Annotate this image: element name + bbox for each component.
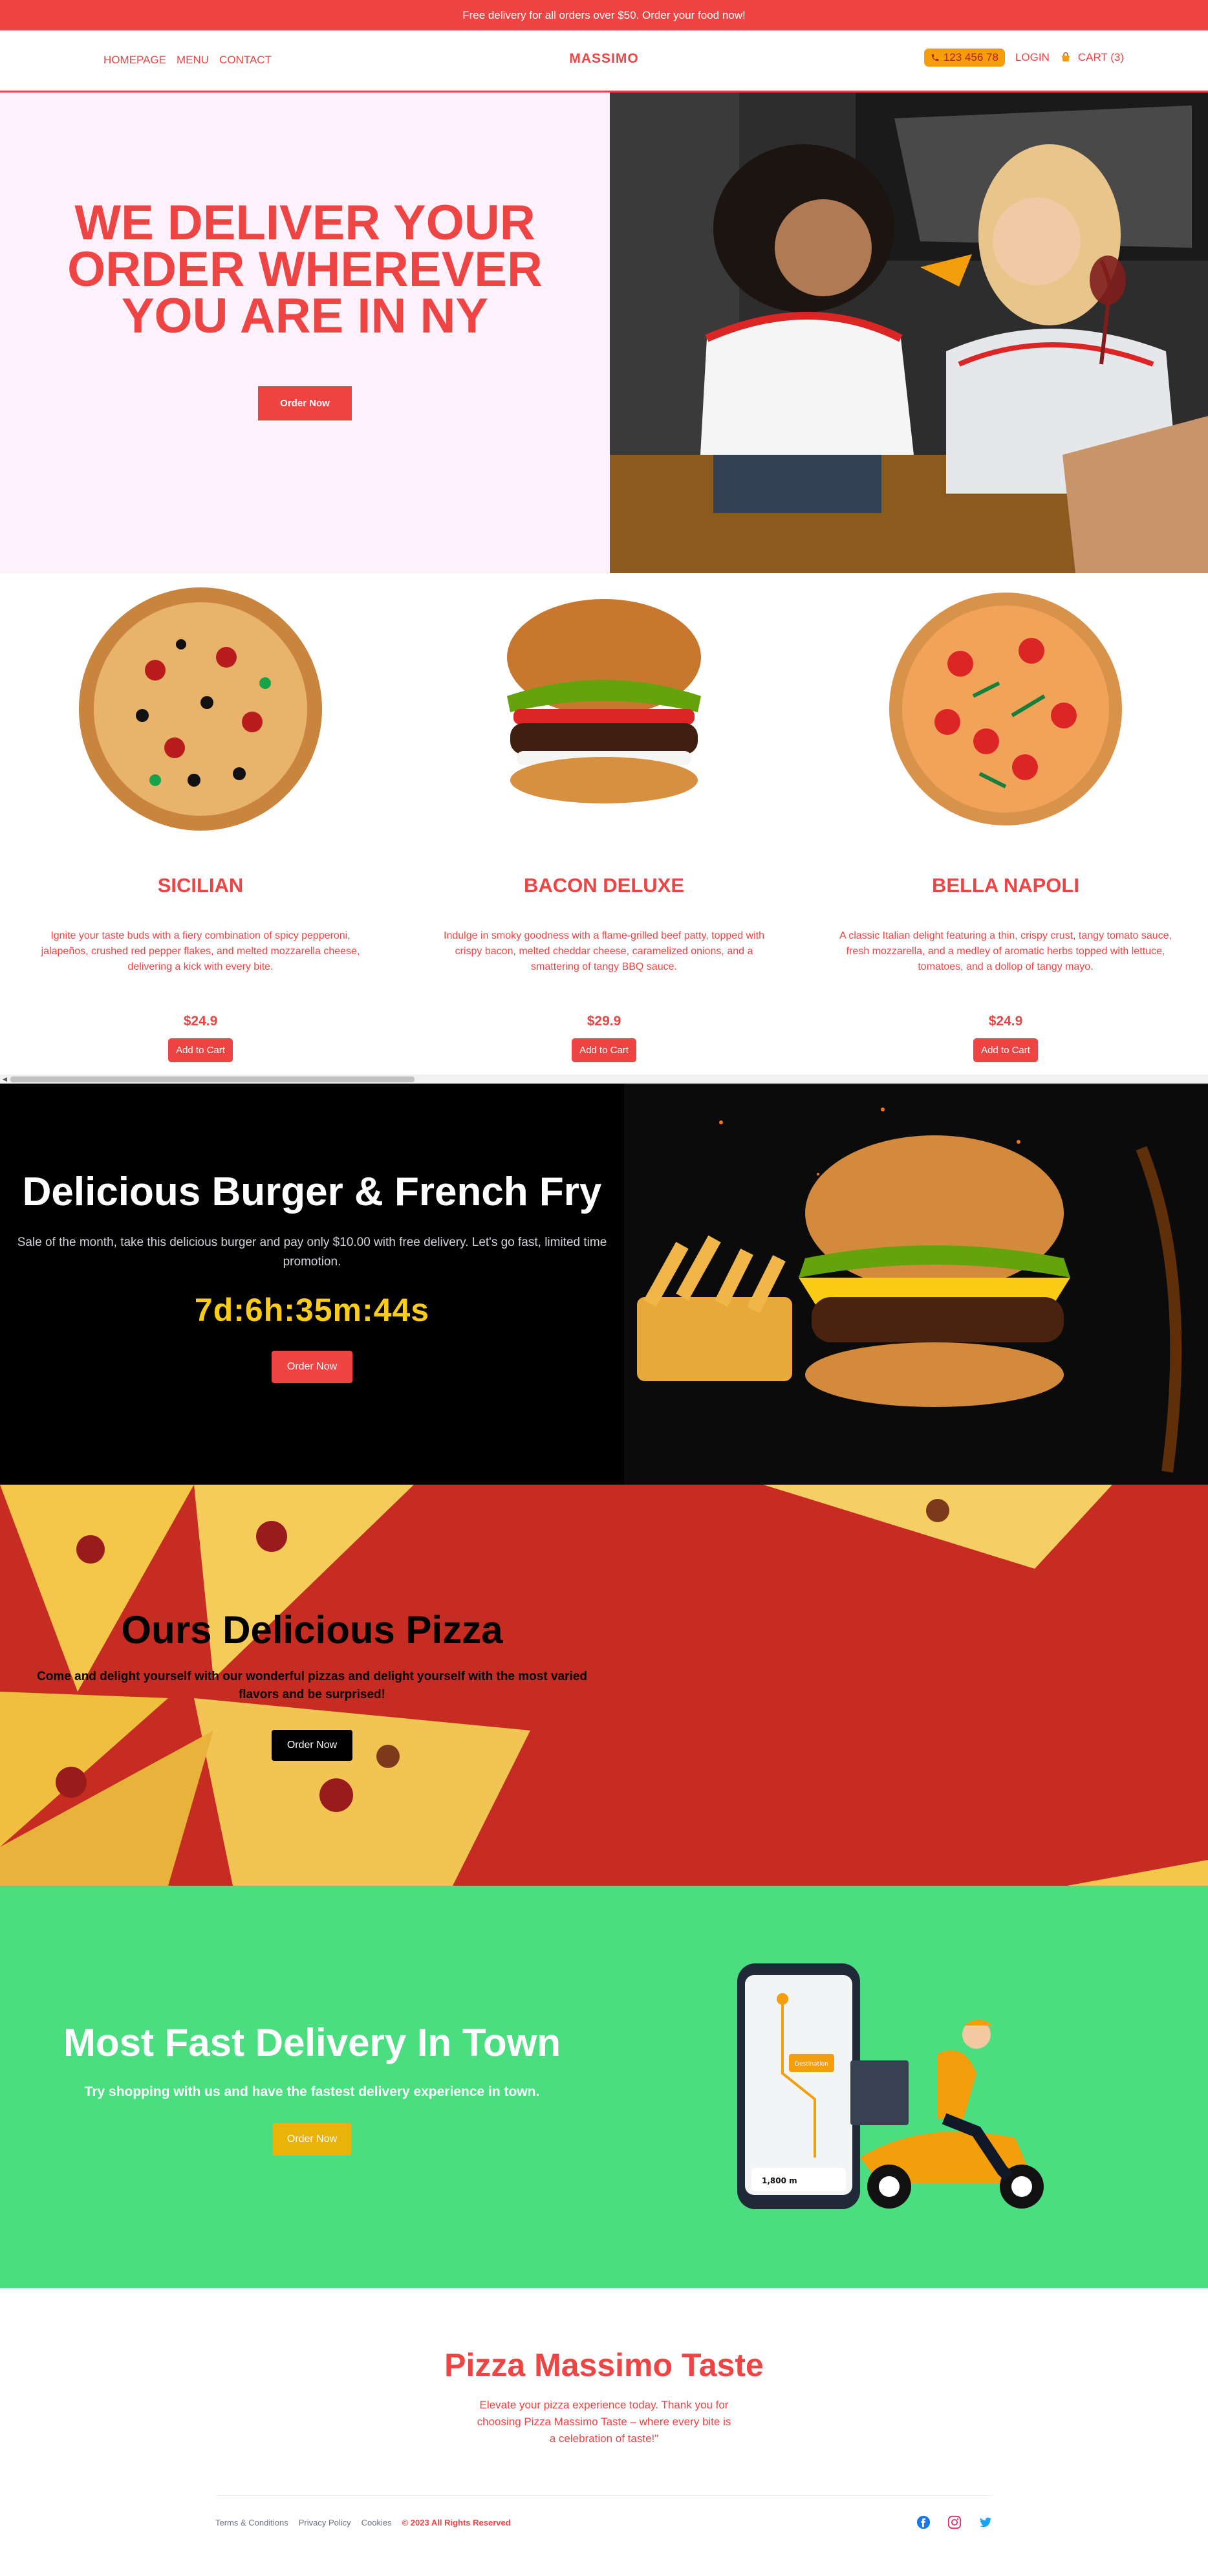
product-description: Indulge in smoky goodness with a flame-g… <box>444 930 764 972</box>
phone-icon <box>931 54 939 61</box>
sicilian-pizza-image <box>79 587 322 831</box>
terms-link[interactable]: Terms & Conditions <box>215 2518 288 2527</box>
delivery-scooter-illustration: Destination 1,800 m <box>737 1963 1044 2209</box>
copyright-text: © 2023 All Rights Reserved <box>402 2517 511 2527</box>
delivery-section: Destination 1,800 m Most Fast Delivery I… <box>0 1886 1208 2288</box>
pizza-banner-text: Come and delight yourself with our wonde… <box>37 1670 587 1701</box>
pizza-banner-title: Ours Delicious Pizza <box>121 1608 503 1652</box>
scroll-left-icon[interactable]: ◀ <box>3 1076 7 1083</box>
pizza-banner-section: Ours Delicious Pizza Come and delight yo… <box>0 1485 1208 1886</box>
add-to-cart-button[interactable]: Add to Cart <box>572 1038 636 1062</box>
product-name: SICILIAN <box>157 874 244 897</box>
horizontal-scrollbar[interactable]: ◀ <box>0 1075 1208 1084</box>
delivery-order-button[interactable]: Order Now <box>272 2123 352 2156</box>
cookies-link[interactable]: Cookies <box>361 2518 392 2527</box>
bella-napoli-pizza-image <box>889 593 1122 825</box>
hero-photo <box>610 93 1208 573</box>
phone-number: 123 456 78 <box>943 51 998 63</box>
product-name: BACON DELUXE <box>523 874 684 897</box>
phone-button[interactable]: 123 456 78 <box>923 49 1005 67</box>
bacon-burger-image <box>507 599 701 803</box>
announcement-bar: Free delivery for all orders over $50. O… <box>0 0 1208 30</box>
pizza-banner-content: Ours Delicious Pizza Come and delight yo… <box>0 1485 624 1761</box>
friends-eating-pizza-image <box>610 93 1208 573</box>
add-to-cart-button[interactable]: Add to Cart <box>168 1038 233 1062</box>
product-card: BELLA NAPOLI A classic Italian delight f… <box>825 573 1187 1062</box>
promo-text: Sale of the month, take this delicious b… <box>17 1236 607 1269</box>
privacy-link[interactable]: Privacy Policy <box>299 2518 351 2527</box>
footer-title: Pizza Massimo Taste <box>444 2347 764 2383</box>
delivery-content: Most Fast Delivery In Town Try shopping … <box>0 1886 624 2156</box>
cart-icon <box>1061 52 1070 61</box>
delivery-title: Most Fast Delivery In Town <box>63 2021 561 2064</box>
pizza-order-button[interactable]: Order Now <box>271 1730 353 1761</box>
header-actions: 123 456 78 LOGIN CART (3) <box>923 49 1124 67</box>
promo-content: Delicious Burger & French Fry Sale of th… <box>0 1084 624 1383</box>
hero-content: WE DELIVER YOUR ORDER WHEREVER YOU ARE I… <box>0 93 610 573</box>
footer-links: Terms & Conditions Privacy Policy Cookie… <box>215 2518 511 2527</box>
delivery-text: Try shopping with us and have the fastes… <box>84 2084 540 2099</box>
product-description: Ignite your taste buds with a fiery comb… <box>41 930 360 972</box>
burger-and-fries-image <box>624 1084 1208 1485</box>
product-description: A classic Italian delight featuring a th… <box>839 930 1172 972</box>
footer-text: Elevate your pizza experience today. Tha… <box>477 2399 731 2445</box>
products-section: SICILIAN Ignite your taste buds with a f… <box>0 573 1208 1084</box>
promo-order-button[interactable]: Order Now <box>271 1351 353 1383</box>
hero-title: WE DELIVER YOUR ORDER WHEREVER YOU ARE I… <box>67 195 543 344</box>
add-to-cart-button[interactable]: Add to Cart <box>973 1038 1038 1062</box>
login-link[interactable]: LOGIN <box>1015 51 1050 64</box>
site-header: HOMEPAGE MENU CONTACT MASSIMO 123 456 78… <box>0 30 1208 93</box>
social-links <box>916 2515 993 2529</box>
product-price: $24.9 <box>988 1014 1023 1029</box>
twitter-icon[interactable] <box>978 2515 993 2529</box>
map-distance-label: 1,800 m <box>762 2176 797 2185</box>
site-footer: Pizza Massimo Taste Elevate your pizza e… <box>0 2288 1208 2557</box>
countdown-timer: 7d:6h:35m:44s <box>194 1292 430 1328</box>
burger-promo-section: Delicious Burger & French Fry Sale of th… <box>0 1084 1208 1485</box>
product-card: BACON DELUXE Indulge in smoky goodness w… <box>423 573 785 1062</box>
cart-label: CART (3) <box>1077 51 1124 63</box>
product-price: $29.9 <box>587 1014 621 1029</box>
map-destination-label: Destination <box>795 2061 828 2068</box>
product-card: SICILIAN Ignite your taste buds with a f… <box>19 573 382 1062</box>
product-name: BELLA NAPOLI <box>932 874 1079 897</box>
hero-section: WE DELIVER YOUR ORDER WHEREVER YOU ARE I… <box>0 93 1208 573</box>
cart-button[interactable]: CART (3) <box>1060 51 1124 64</box>
promo-title: Delicious Burger & French Fry <box>22 1170 602 1214</box>
facebook-icon[interactable] <box>916 2515 931 2529</box>
instagram-icon[interactable] <box>947 2515 962 2529</box>
footer-bottom-bar: Terms & Conditions Privacy Policy Cookie… <box>215 2495 993 2529</box>
announcement-text: Free delivery for all orders over $50. O… <box>462 8 746 21</box>
product-price: $24.9 <box>183 1014 218 1029</box>
hero-order-button[interactable]: Order Now <box>258 386 352 420</box>
scrollbar-thumb[interactable] <box>10 1076 415 1082</box>
